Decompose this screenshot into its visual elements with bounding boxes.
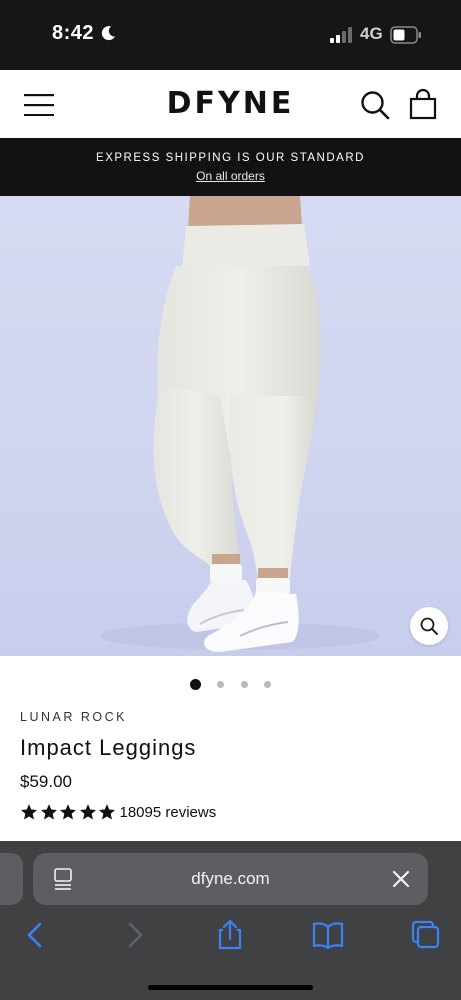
star-icon <box>40 804 57 820</box>
product-color: LUNAR ROCK <box>20 710 127 724</box>
zoom-button[interactable] <box>410 607 448 645</box>
rating-row[interactable]: 18095 reviews <box>20 802 216 822</box>
carousel-dots <box>0 676 461 691</box>
back-icon[interactable] <box>18 919 54 951</box>
star-icon <box>79 804 96 820</box>
announcement-link[interactable]: On all orders <box>196 169 265 183</box>
moon-icon <box>101 26 115 41</box>
tabs-icon[interactable] <box>407 919 443 951</box>
star-icon <box>59 804 77 820</box>
announcement-text: EXPRESS SHIPPING IS OUR STANDARD <box>96 152 365 164</box>
close-icon[interactable] <box>392 870 410 888</box>
network-label: 4G <box>360 24 383 43</box>
site-header: DFYNE <box>0 70 461 138</box>
browser-toolbar: dfyne.com <box>0 841 461 1000</box>
review-count[interactable]: 18095 reviews <box>120 804 217 821</box>
bookmarks-icon[interactable] <box>310 919 346 951</box>
signal-icon <box>330 27 352 43</box>
product-price: $59.00 <box>20 772 72 791</box>
forward-icon[interactable] <box>116 919 152 951</box>
brand-logo[interactable]: DFYNE <box>0 86 461 121</box>
carousel-dot-3[interactable] <box>240 681 248 689</box>
product-image[interactable] <box>0 196 461 656</box>
status-bar: 8:42 4G <box>0 0 461 70</box>
carousel-dot-4[interactable] <box>264 681 272 689</box>
address-text: dfyne.com <box>191 869 270 888</box>
zoom-icon <box>420 617 438 635</box>
cart-icon[interactable] <box>408 88 438 120</box>
star-icon <box>98 804 116 820</box>
star-icon <box>20 804 38 820</box>
product-title: Impact Leggings <box>20 735 197 760</box>
product-photo-illustration <box>100 196 380 652</box>
address-bar[interactable]: dfyne.com <box>33 853 428 905</box>
status-time: 8:42 <box>52 22 95 44</box>
share-icon[interactable] <box>212 919 248 951</box>
search-icon[interactable] <box>360 90 390 120</box>
previous-tab-peek[interactable] <box>0 853 23 905</box>
battery-icon <box>390 26 421 44</box>
carousel-dot-2[interactable] <box>217 681 225 689</box>
home-indicator <box>148 985 313 990</box>
announcement-bar: EXPRESS SHIPPING IS OUR STANDARD On all … <box>0 138 461 196</box>
carousel-dot-1[interactable] <box>189 679 201 691</box>
